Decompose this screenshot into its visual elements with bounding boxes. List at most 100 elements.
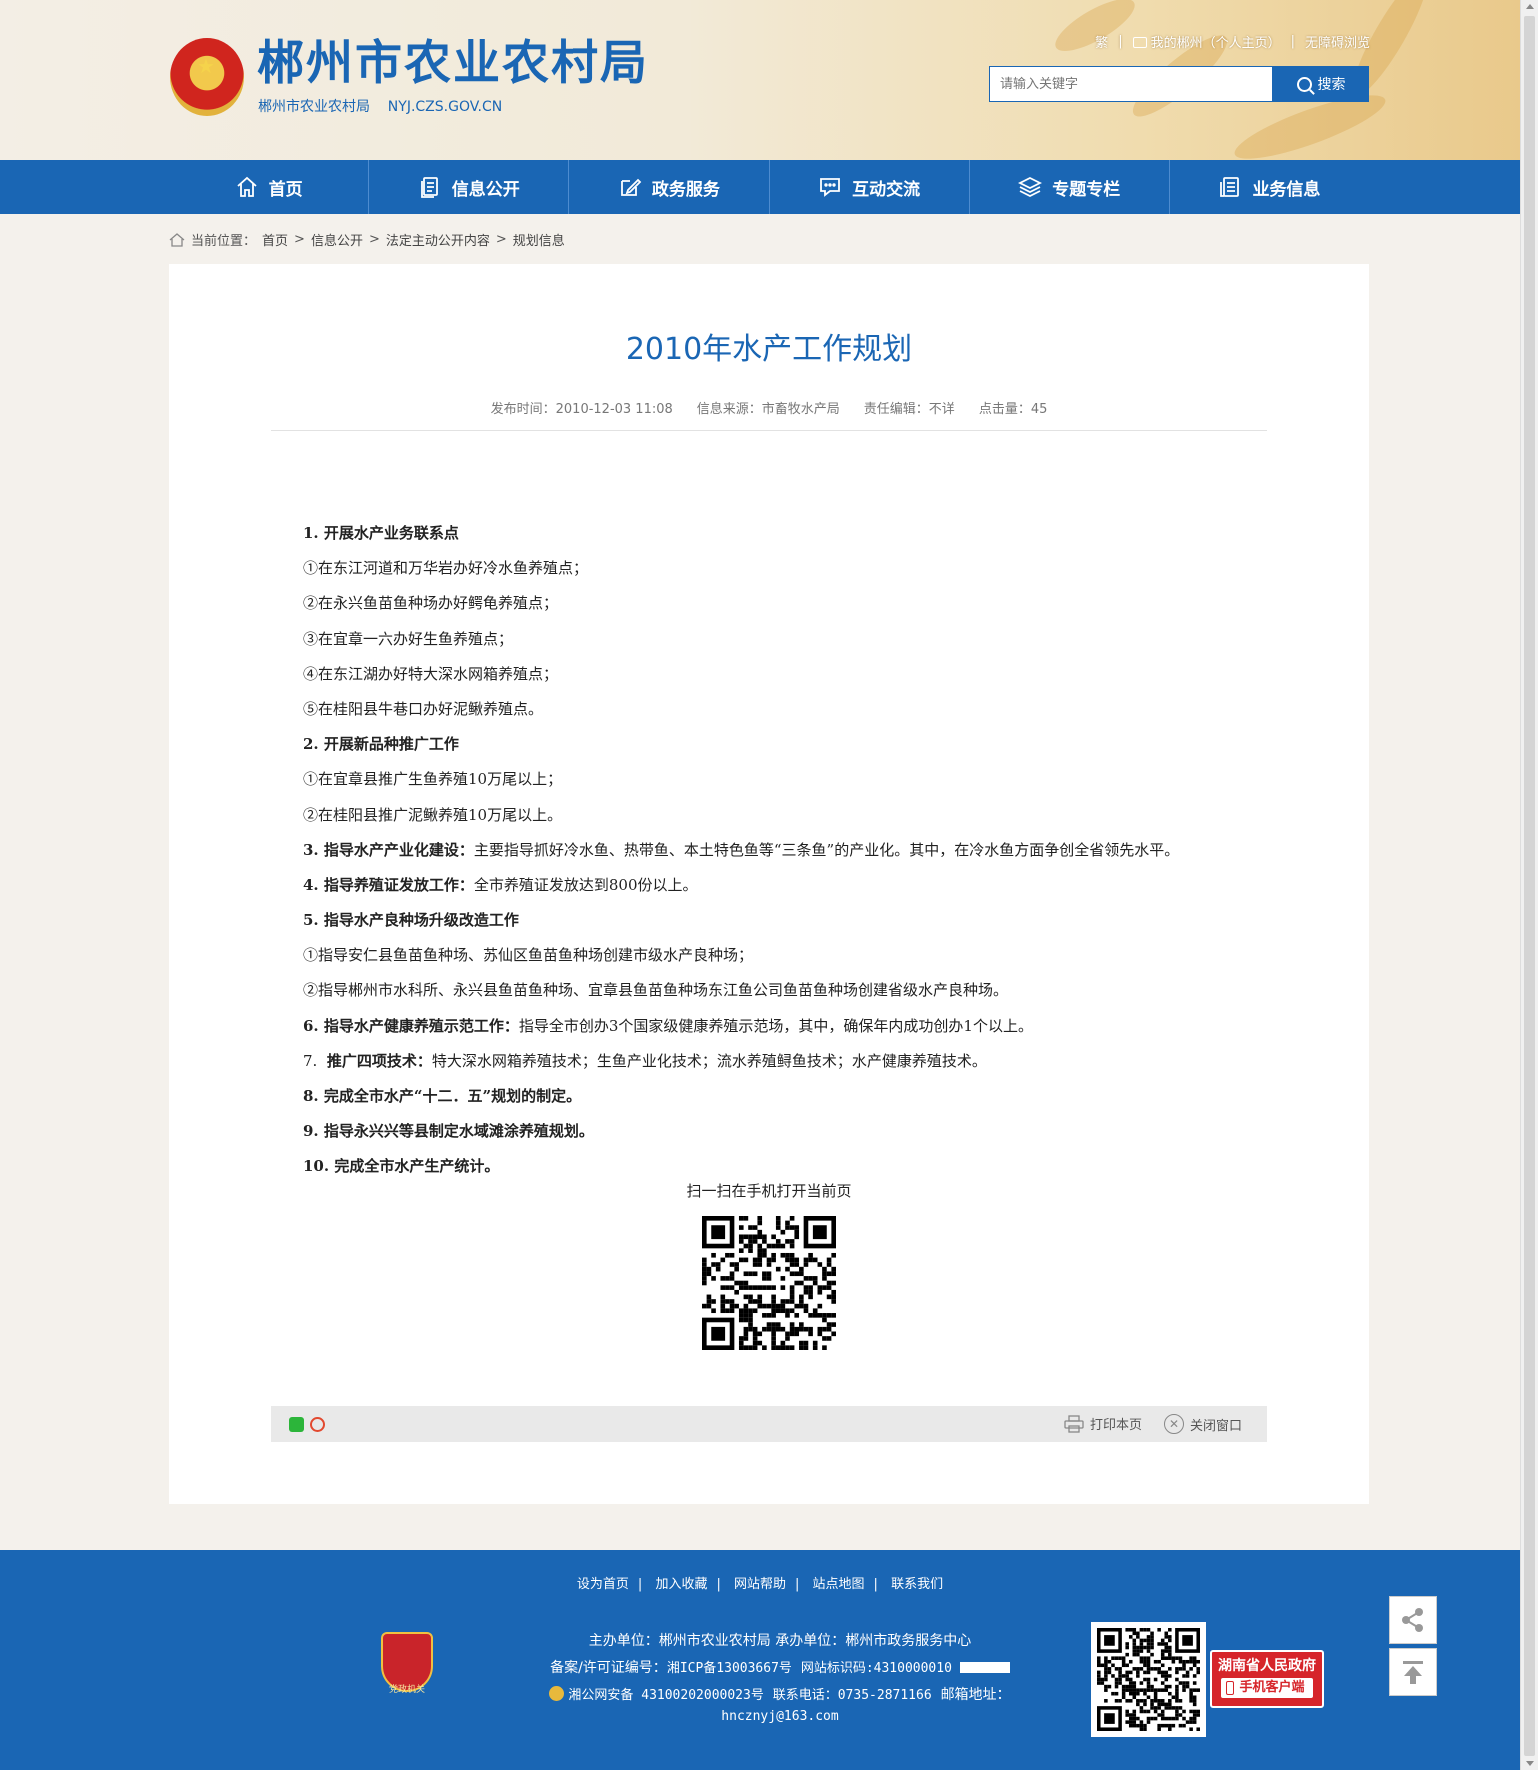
share-icon xyxy=(1402,1608,1423,1632)
divider xyxy=(271,430,1267,431)
paragraph-text: ①在东江河道和万华岩办好冷水鱼养殖点； xyxy=(303,559,589,578)
paragraph-text: ④在东江湖办好特大深水网箱养殖点； xyxy=(303,664,559,683)
app-subtitle-label: 手机客户端 xyxy=(1239,1680,1305,1695)
nav-label: 互动交流 xyxy=(852,179,921,200)
footer-links: 设为首页 | 加入收藏 | 网站帮助 | 站点地图 | 联系我们 xyxy=(0,1573,1520,1592)
paragraph-heading: 1. 开展水产业务联系点 xyxy=(303,524,459,542)
paragraph-text: 主要指导抓好冷水鱼、热带鱼、本土特色鱼等“三条鱼”的产业化。其中，在冷水鱼方面争… xyxy=(473,840,1180,859)
back-to-top-button[interactable] xyxy=(1389,1648,1437,1696)
paragraph-heading: 3. 指导水产产业化建设： xyxy=(303,840,474,859)
police-badge-icon xyxy=(549,1686,565,1701)
license-label: 备案/许可证编号： xyxy=(550,1660,667,1676)
paragraph-text: ②指导郴州市水科所、永兴县鱼苗鱼种场、宜章县鱼苗鱼种场东江鱼公司鱼苗鱼种场创建省… xyxy=(303,981,1009,1000)
nav-item-business-info[interactable]: 业务信息 xyxy=(1170,160,1369,214)
my-chenzhou-link[interactable]: 我的郴州（个人主页） xyxy=(1132,32,1281,51)
organizer-line: 主办单位：郴州市农业农村局 承办单位：郴州市政务服务中心 xyxy=(588,1633,972,1649)
vertical-scrollbar[interactable] xyxy=(1520,0,1538,1770)
police-record-link[interactable]: 湘公网安备 43100202000023号 xyxy=(568,1688,763,1703)
close-label: 关闭窗口 xyxy=(1190,1418,1243,1434)
search-button-label: 搜索 xyxy=(1317,77,1346,93)
paragraph-text: ③在宜章一六办好生鱼养殖点； xyxy=(303,629,514,648)
nav-item-info-disclosure[interactable]: 信息公开 xyxy=(369,160,570,214)
weibo-share-icon[interactable] xyxy=(310,1417,325,1432)
wheat-decoration xyxy=(1048,0,1142,61)
chat-icon xyxy=(820,178,840,197)
article-body: 1. 开展水产业务联系点 ①在东江河道和万华岩办好冷水鱼养殖点； ②在永兴鱼苗鱼… xyxy=(303,516,1263,1185)
share-toolbar: 打印本页 ✕ 关闭窗口 xyxy=(271,1406,1267,1442)
breadcrumb-item-planning[interactable]: 规划信息 xyxy=(513,230,565,249)
nav-label: 专题专栏 xyxy=(1052,179,1121,200)
traditional-chinese-link[interactable]: 繁 xyxy=(1095,32,1108,51)
paragraph: 7. 推广四项技术：特大深水网箱养殖技术；生鱼产业化技术；流水养殖鲟鱼技术；水产… xyxy=(303,1044,1263,1079)
footer-qr-code xyxy=(1091,1622,1206,1737)
footer-link-sitemap[interactable]: 站点地图 xyxy=(813,1577,865,1592)
paragraph: ③在宜章一六办好生鱼养殖点； xyxy=(303,622,1263,657)
paragraph-heading: 4. 指导养殖证发放工作： xyxy=(303,875,474,894)
document-icon xyxy=(420,177,438,198)
breadcrumb-item-info[interactable]: 信息公开 xyxy=(311,230,363,249)
qr-label: 扫一扫在手机打开当前页 xyxy=(686,1182,852,1200)
nav-item-gov-service[interactable]: 政务服务 xyxy=(569,160,770,214)
edit-icon xyxy=(621,178,642,196)
paragraph: 4. 指导养殖证发放工作：全市养殖证发放达到800份以上。 xyxy=(303,868,1263,903)
separator: | xyxy=(795,1577,800,1592)
paragraph-text: ⑤在桂阳县牛巷口办好泥鳅养殖点。 xyxy=(303,699,544,718)
paragraph-text: 特大深水网箱养殖技术；生鱼产业化技术；流水养殖鲟鱼技术；水产健康养殖技术。 xyxy=(431,1051,987,1070)
paragraph: ②指导郴州市水科所、永兴县鱼苗鱼种场、宜章县鱼苗鱼种场东江鱼公司鱼苗鱼种场创建省… xyxy=(303,973,1263,1008)
scroll-down-arrow-icon[interactable] xyxy=(1526,1761,1534,1766)
app-subtitle: 手机客户端 xyxy=(1221,1678,1313,1698)
scrollbar-thumb[interactable] xyxy=(1524,16,1535,1756)
paragraph: 3. 指导水产产业化建设：主要指导抓好冷水鱼、热带鱼、本土特色鱼等“三条鱼”的产… xyxy=(303,833,1263,868)
footer-link-help[interactable]: 网站帮助 xyxy=(734,1577,786,1592)
paragraph-text: 指导全市创办3个国家级健康养殖示范场，其中，确保年内成功创办1个以上。 xyxy=(518,1016,1033,1035)
nav-item-special-topics[interactable]: 专题专栏 xyxy=(970,160,1170,214)
paragraph-text: ②在永兴鱼苗鱼种场办好鳄龟养殖点； xyxy=(303,594,559,613)
qr-code-image xyxy=(1097,1628,1200,1731)
wechat-share-icon[interactable] xyxy=(289,1417,304,1432)
paragraph-number: 7. xyxy=(303,1051,327,1070)
search-input[interactable] xyxy=(989,66,1273,102)
accessibility-link[interactable]: 无障碍浏览 xyxy=(1305,32,1370,51)
phone-icon xyxy=(1226,1681,1235,1695)
paragraph: ①指导安仁县鱼苗鱼种场、苏仙区鱼苗鱼种场创建市级水产良种场； xyxy=(303,938,1263,973)
nav-label: 信息公开 xyxy=(451,179,520,200)
site-subtitle: 郴州市农业农村局 NYJ.CZS.GOV.CN xyxy=(258,99,503,115)
paragraph: ①在宜章县推广生鱼养殖10万尾以上； xyxy=(303,762,1263,797)
nav-item-interaction[interactable]: 互动交流 xyxy=(770,160,970,214)
close-icon: ✕ xyxy=(1164,1414,1184,1434)
paragraph-text: ①指导安仁县鱼苗鱼种场、苏仙区鱼苗鱼种场创建市级水产良种场； xyxy=(303,946,754,965)
email: hncznyj@163.com xyxy=(721,1709,839,1724)
paragraph: 8. 完成全市水产“十二．五”规划的制定。 xyxy=(303,1079,1263,1114)
nav-item-home[interactable]: 首页 xyxy=(169,160,370,214)
paragraph-heading: 推广四项技术： xyxy=(326,1051,432,1070)
national-emblem-icon: ★ xyxy=(170,38,244,116)
article-title: 2010年水产工作规划 xyxy=(625,332,913,367)
nav-label: 业务信息 xyxy=(1252,179,1321,200)
site-header: ★ 郴州市农业农村局 郴州市农业农村局 NYJ.CZS.GOV.CN 繁 | 我… xyxy=(0,0,1520,160)
cnzz-icon[interactable] xyxy=(959,1662,1010,1673)
back-to-top-icon xyxy=(1403,1661,1423,1684)
home-icon xyxy=(169,232,185,247)
qr-code-image xyxy=(702,1216,836,1350)
icp-link[interactable]: 湘ICP备13003667号 xyxy=(667,1661,792,1676)
police-line: 湘公网安备 43100202000023号 联系电话：0735-2871166 … xyxy=(500,1682,1060,1709)
print-button[interactable]: 打印本页 xyxy=(1064,1414,1142,1433)
breadcrumb-item-home[interactable]: 首页 xyxy=(262,230,288,249)
paragraph: ④在东江湖办好特大深水网箱养殖点； xyxy=(303,657,1263,692)
mobile-client-button[interactable]: 湖南省人民政府 手机客户端 xyxy=(1210,1650,1324,1708)
share-float-button[interactable] xyxy=(1389,1596,1437,1644)
scroll-up-arrow-icon[interactable] xyxy=(1526,4,1534,9)
footer-link-contact[interactable]: 联系我们 xyxy=(891,1577,943,1592)
footer-link-bookmark[interactable]: 加入收藏 xyxy=(655,1577,707,1592)
view-count: 点击量：45 xyxy=(978,402,1048,417)
search-button[interactable]: 搜索 xyxy=(1273,66,1369,102)
phone: 联系电话：0735-2871166 xyxy=(772,1688,932,1703)
article-panel: 2010年水产工作规划 发布时间：2010-12-03 11:08 信息来源：市… xyxy=(169,264,1369,1504)
paragraph-heading: 10. 完成全市水产生产统计。 xyxy=(303,1157,500,1176)
footer-link-set-home[interactable]: 设为首页 xyxy=(577,1577,629,1592)
separator: | xyxy=(637,1577,643,1592)
breadcrumb-item-statutory[interactable]: 法定主动公开内容 xyxy=(386,230,490,249)
paragraph: 6. 指导水产健康养殖示范工作：指导全市创办3个国家级健康养殖示范场，其中，确保… xyxy=(303,1009,1263,1044)
close-window-button[interactable]: ✕ 关闭窗口 xyxy=(1164,1414,1242,1434)
footer-info: 主办单位：郴州市农业农村局 承办单位：郴州市政务服务中心 备案/许可证编号：湘I… xyxy=(500,1628,1060,1725)
